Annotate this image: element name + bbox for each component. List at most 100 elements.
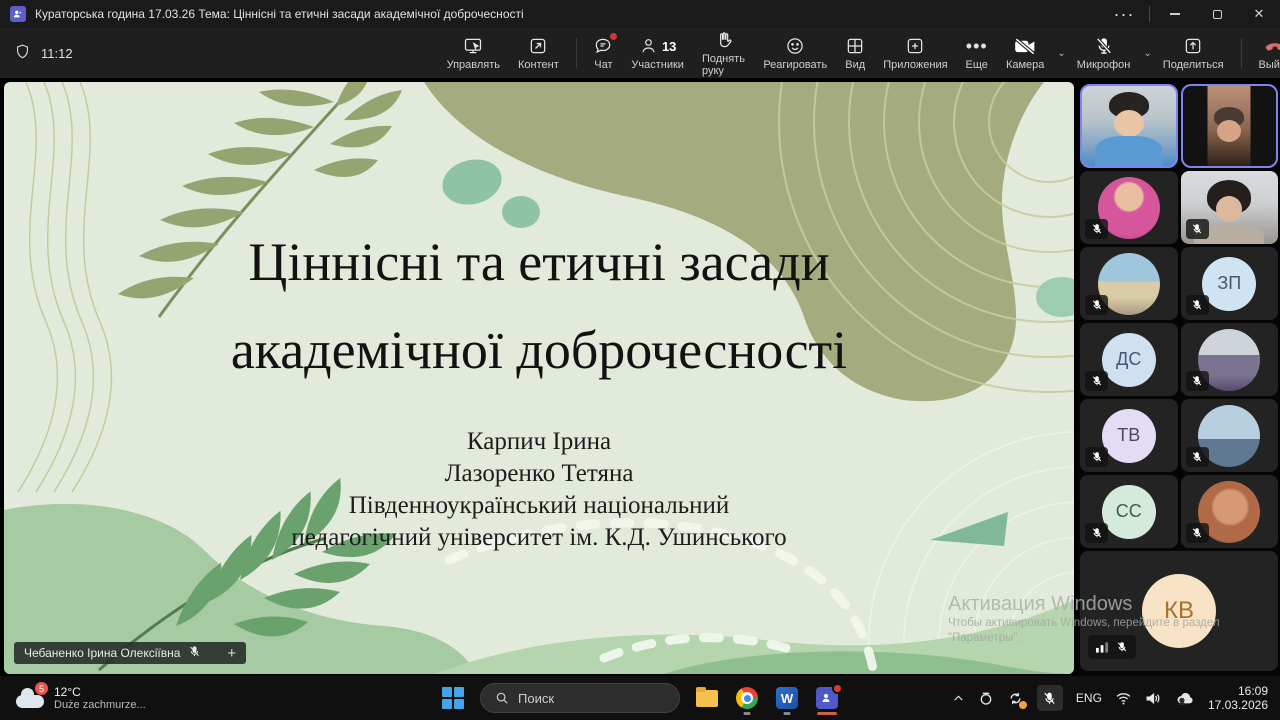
title-bar: Кураторська година 17.03.26 Тема: Цінніс… xyxy=(0,0,1280,28)
windows-logo-icon xyxy=(442,687,464,709)
signal-bars-icon xyxy=(1096,641,1109,653)
file-explorer-taskbar-icon[interactable] xyxy=(694,681,720,715)
taskbar-clock[interactable]: 16:09 17.03.2026 xyxy=(1208,684,1268,712)
participant-tile-avatar[interactable] xyxy=(1080,171,1178,244)
clock-time: 16:09 xyxy=(1208,684,1268,698)
wifi-icon[interactable] xyxy=(1115,691,1132,706)
minimize-button[interactable] xyxy=(1154,0,1196,28)
participant-tile-avatar[interactable] xyxy=(1181,323,1279,396)
chat-icon xyxy=(593,35,613,57)
titlebar-divider xyxy=(1149,6,1150,22)
manage-button[interactable]: Управлять xyxy=(438,29,509,77)
titlebar-more-button[interactable]: ··· xyxy=(1103,0,1145,28)
weather-cloud-icon: 5 xyxy=(16,686,46,710)
mic-muted-badge xyxy=(1085,447,1108,467)
participant-tile-video[interactable] xyxy=(1181,171,1279,244)
meeting-timer: 11:12 xyxy=(41,46,73,61)
share-button[interactable]: Поделиться xyxy=(1154,29,1233,77)
maximize-button[interactable] xyxy=(1196,0,1238,28)
search-icon xyxy=(495,691,509,705)
participant-initials-avatar: ЗП xyxy=(1202,257,1256,311)
word-icon: W xyxy=(776,687,798,709)
more-icon: ••• xyxy=(966,35,988,57)
tray-circle-icon[interactable] xyxy=(978,690,994,706)
participant-initials-avatar: КВ xyxy=(1142,574,1216,648)
toolbar-divider xyxy=(576,38,577,68)
participant-initials-avatar: СС xyxy=(1102,485,1156,539)
chat-notification-dot xyxy=(610,33,617,40)
search-placeholder: Поиск xyxy=(518,691,554,706)
participant-tile-video[interactable] xyxy=(1181,84,1279,168)
close-button[interactable]: ✕ xyxy=(1238,0,1280,28)
mic-muted-badge xyxy=(1186,219,1209,239)
participant-tile-avatar[interactable]: ДС xyxy=(1080,323,1178,396)
mic-muted-badge xyxy=(1085,219,1108,239)
mic-muted-badge xyxy=(1085,295,1108,315)
participant-tile-avatar[interactable] xyxy=(1181,475,1279,548)
taskbar-weather-widget[interactable]: 5 12°C Duże zachmurze... xyxy=(0,685,440,711)
shared-presentation-slide[interactable]: Ціннісні та етичні засади академічної до… xyxy=(4,82,1074,674)
cloud-people-icon[interactable] xyxy=(1175,690,1195,706)
toolbar-divider xyxy=(1241,38,1242,68)
participant-tile-video[interactable] xyxy=(1080,84,1178,168)
presenter-name-pill[interactable]: Чебаненко Ірина Олексіївна + xyxy=(14,642,246,664)
presenter-name: Чебаненко Ірина Олексіївна xyxy=(24,646,180,660)
participant-initials-avatar: ТВ xyxy=(1102,409,1156,463)
microphone-dropdown-chevron[interactable]: ⌄ xyxy=(1141,48,1153,59)
participant-tile-avatar[interactable] xyxy=(1080,247,1178,320)
participant-initials-avatar: ДС xyxy=(1102,333,1156,387)
windows-taskbar: 5 12°C Duże zachmurze... Поиск W xyxy=(0,676,1280,720)
teams-taskbar-icon[interactable] xyxy=(814,681,840,715)
start-button[interactable] xyxy=(440,681,466,715)
camera-button[interactable]: Камера xyxy=(997,29,1053,77)
mic-muted-badge xyxy=(1186,523,1209,543)
camera-dropdown-chevron[interactable]: ⌄ xyxy=(1055,48,1067,59)
chat-button[interactable]: Чат xyxy=(584,29,622,77)
chrome-taskbar-icon[interactable] xyxy=(734,681,760,715)
screen-control-icon xyxy=(462,35,484,57)
teams-icon xyxy=(816,687,838,709)
view-icon xyxy=(845,35,865,57)
mic-muted-badge xyxy=(1186,371,1209,391)
participant-tile-avatar[interactable]: СС xyxy=(1080,475,1178,548)
share-screen-icon xyxy=(1183,35,1203,57)
participants-panel: ЗП ДС xyxy=(1078,80,1280,676)
tray-chevron-up-icon[interactable] xyxy=(952,692,965,705)
apps-icon xyxy=(905,35,925,57)
teams-app-icon xyxy=(10,6,26,22)
mic-muted-badge xyxy=(1085,371,1108,391)
tray-mic-muted-icon[interactable] xyxy=(1037,685,1063,711)
taskbar-search-input[interactable]: Поиск xyxy=(480,683,680,713)
mic-muted-badge xyxy=(1186,295,1209,315)
slide-authors: Карпич Ірина Лазоренко Тетяна Південноук… xyxy=(4,426,1074,554)
raise-hand-button[interactable]: Поднять руку xyxy=(693,29,754,77)
participants-button[interactable]: 13 Участники xyxy=(622,29,693,77)
view-button[interactable]: Вид xyxy=(836,29,874,77)
participant-tile-avatar[interactable]: ЗП xyxy=(1181,247,1279,320)
react-icon xyxy=(785,35,805,57)
word-taskbar-icon[interactable]: W xyxy=(774,681,800,715)
weather-alert-badge: 5 xyxy=(35,682,48,695)
participant-tile-avatar[interactable]: КВ xyxy=(1080,551,1278,671)
mic-off-icon xyxy=(1094,35,1114,57)
weather-condition: Duże zachmurze... xyxy=(54,699,146,711)
content-button[interactable]: Контент xyxy=(509,29,568,77)
tray-sync-icon[interactable] xyxy=(1007,690,1024,707)
leave-button[interactable]: Выйти xyxy=(1250,29,1280,77)
teams-notification-dot xyxy=(832,683,843,694)
sync-status-dot xyxy=(1019,701,1027,709)
react-button[interactable]: Реагировать xyxy=(754,29,836,77)
apps-button[interactable]: Приложения xyxy=(874,29,956,77)
participant-tile-avatar[interactable]: ТВ xyxy=(1080,399,1178,472)
participant-tile-avatar[interactable] xyxy=(1181,399,1279,472)
camera-off-icon xyxy=(1013,35,1037,57)
participants-icon xyxy=(639,36,658,56)
chrome-icon xyxy=(736,687,758,709)
raise-hand-icon xyxy=(714,29,734,51)
pin-plus-icon[interactable]: + xyxy=(227,645,236,662)
more-button[interactable]: ••• Еще xyxy=(957,29,997,77)
participants-count: 13 xyxy=(662,39,676,54)
language-indicator[interactable]: ENG xyxy=(1076,691,1102,705)
microphone-button[interactable]: Микрофон xyxy=(1068,29,1140,77)
volume-icon[interactable] xyxy=(1145,691,1162,706)
